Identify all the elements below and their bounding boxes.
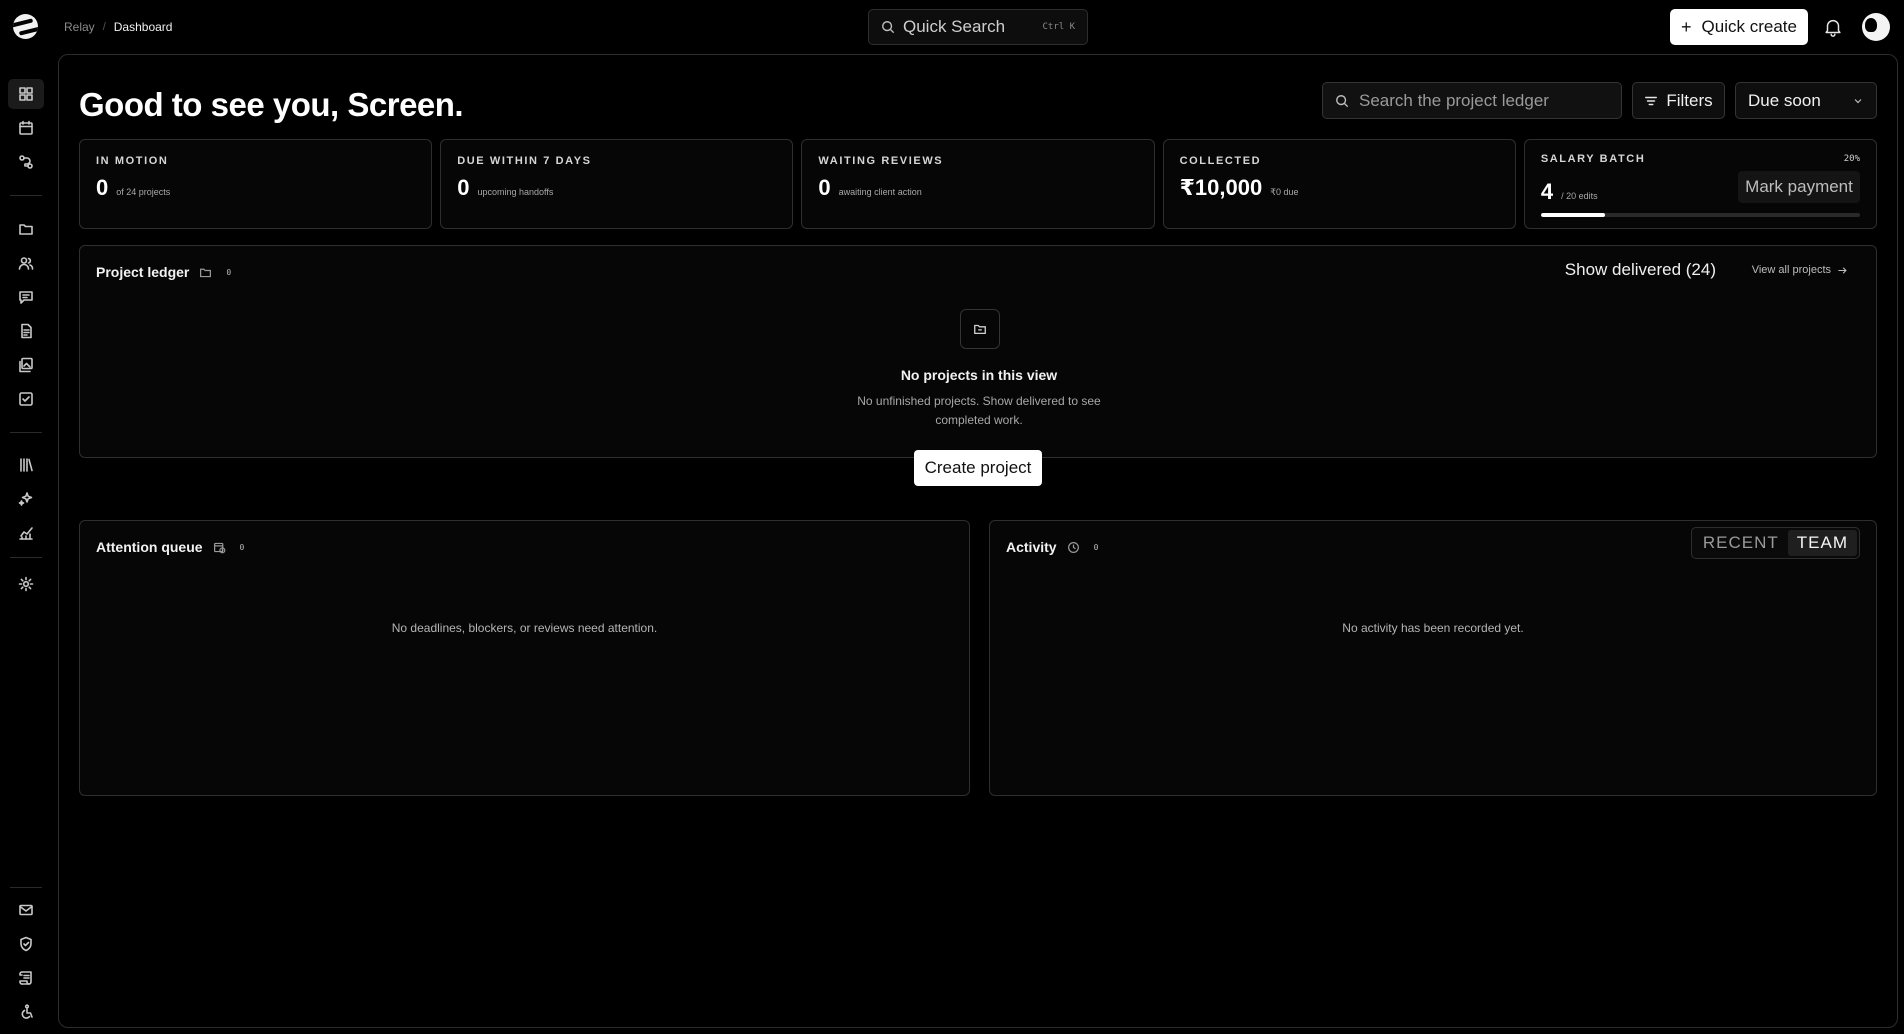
calendar-clock-icon [213,542,225,553]
salary-progress-bar [1540,213,1861,217]
breadcrumb-current: Dashboard [113,20,173,34]
messages-icon[interactable] [8,282,44,312]
sort-select[interactable]: Due soon [1735,82,1877,119]
stat-cards: IN MOTION 0 of 24 projects DUE WITHIN 7 D… [79,139,1878,229]
search-icon [1336,94,1349,107]
activity-count: 0 [1093,542,1099,552]
sidebar [0,54,54,1034]
quick-search-button[interactable]: Quick Search Ctrl K [868,9,1088,45]
stat-sub: upcoming handoffs [477,187,554,197]
folder-icon[interactable] [8,214,44,244]
filters-label: Filters [1666,90,1713,110]
clock-icon [1067,541,1079,553]
sparkle-icon[interactable] [8,484,44,514]
stat-card-salary-batch: SALARY BATCH 20% 4 / 20 edits Mark paymen… [1523,139,1878,229]
panel-title: Project ledger [96,264,190,280]
stat-label: SALARY BATCH [1540,153,1646,165]
arrow-right-icon [1838,266,1847,274]
chevron-down-icon [1854,98,1862,103]
stat-sub: of 24 projects [116,187,171,197]
ledger-search-input[interactable] [1359,90,1599,111]
project-ledger-panel: Project ledger 0 Show delivered (24) Vie… [79,245,1877,486]
search-icon [882,21,895,34]
activity-empty-message: No activity has been recorded yet. [1342,621,1524,635]
workflow-icon[interactable] [8,147,44,177]
stat-value: 0 [96,175,109,200]
stat-value: 4 [1540,179,1554,204]
accessibility-icon[interactable] [8,997,44,1027]
main-content: Good to see you, Screen. Filters Due soo… [58,54,1898,1028]
panel-title: Activity [1006,539,1057,555]
notifications-bell-icon[interactable] [1822,16,1844,38]
stat-sub: ₹0 due [1270,187,1299,197]
create-project-button[interactable]: Create project [914,450,1042,486]
stat-value: 0 [818,175,831,200]
stat-value: ₹10,000 [1179,175,1263,200]
empty-state-description: No unfinished projects. Show delivered t… [857,394,1101,427]
attention-queue-panel: Attention queue 0 No deadlines, blockers… [79,520,970,796]
activity-panel: Activity 0 RECENT TEAM No activity has b… [989,520,1877,796]
settings-icon[interactable] [8,569,44,599]
stat-card-reviews[interactable]: WAITING REVIEWS 0 awaiting client action [801,139,1155,229]
view-all-projects-link[interactable]: View all projects [1752,264,1848,276]
mark-payment-button[interactable]: Mark payment [1738,171,1861,203]
tab-team[interactable]: TEAM [1787,530,1857,556]
plus-icon: + [1681,17,1692,37]
stat-card-collected[interactable]: COLLECTED ₹10,000 ₹0 due [1162,139,1516,229]
stat-sub: / 20 edits [1561,191,1598,201]
calendar-icon[interactable] [8,113,44,143]
top-bar: Relay / Dashboard Quick Search Ctrl K + … [0,0,1904,54]
view-all-label: View all projects [1751,264,1831,276]
users-icon[interactable] [8,248,44,278]
quick-create-button[interactable]: + Quick create [1670,9,1808,45]
filter-icon [1645,96,1658,105]
stat-sub: awaiting client action [838,187,922,197]
quick-search-shortcut: Ctrl K [1042,22,1075,32]
activity-tabs: RECENT TEAM [1690,527,1860,559]
user-avatar[interactable] [1862,13,1890,41]
page-title: Good to see you, Screen. [79,86,464,123]
breadcrumb-separator: / [102,21,106,33]
salary-percent: 20% [1843,154,1861,164]
stat-label: WAITING REVIEWS [818,155,944,167]
stat-label: DUE WITHIN 7 DAYS [457,155,592,167]
stat-label: IN MOTION [96,155,169,167]
breadcrumb-root[interactable]: Relay [64,20,95,34]
checkbox-icon[interactable] [8,384,44,414]
panel-title: Attention queue [96,539,203,555]
ledger-search[interactable] [1322,82,1622,119]
show-delivered-toggle[interactable]: Show delivered (24) [1565,260,1716,280]
folder-icon [200,268,212,277]
sort-value: Due soon [1748,90,1821,110]
stat-value: 0 [457,175,470,200]
stat-label: COLLECTED [1179,155,1262,167]
quick-create-label: Quick create [1701,17,1797,36]
attention-count: 0 [239,542,245,552]
salary-progress-fill [1540,213,1605,217]
shield-icon[interactable] [8,929,44,959]
ledger-count: 0 [226,267,232,277]
mail-icon[interactable] [8,895,44,925]
stat-card-due-soon[interactable]: DUE WITHIN 7 DAYS 0 upcoming handoffs [440,139,794,229]
empty-folder-icon [960,309,1000,349]
analytics-icon[interactable] [8,518,44,548]
tab-recent[interactable]: RECENT [1694,530,1788,556]
filters-button[interactable]: Filters [1632,82,1725,119]
document-icon[interactable] [8,316,44,346]
gallery-icon[interactable] [8,350,44,380]
dashboard-icon[interactable] [8,79,44,109]
attention-empty-message: No deadlines, blockers, or reviews need … [391,621,658,635]
stat-card-in-motion[interactable]: IN MOTION 0 of 24 projects [79,139,433,229]
breadcrumb: Relay / Dashboard [64,20,172,34]
quick-search-label: Quick Search [903,17,1006,36]
library-icon[interactable] [8,450,44,480]
scroll-icon[interactable] [8,963,44,993]
empty-state-title: No projects in this view [900,367,1058,383]
relay-logo[interactable] [13,14,38,39]
